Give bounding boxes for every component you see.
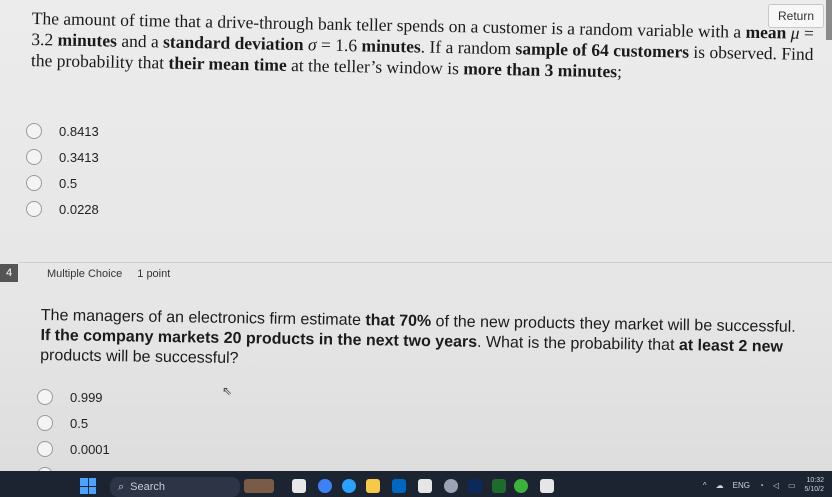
app-icon-green[interactable] [492, 479, 506, 493]
prompt-text-segment: minutes [361, 35, 421, 57]
store-icon[interactable] [418, 479, 432, 493]
prompt-text-segment: at the teller’s window is [286, 54, 464, 79]
answer-option[interactable]: 0.5 [26, 170, 99, 196]
search-label: Search [130, 481, 166, 493]
mouse-cursor-icon: ⇖ [222, 384, 233, 398]
answer-option[interactable]: 0.0001 [37, 436, 117, 462]
widgets-icon[interactable] [244, 479, 274, 493]
system-tray: ^ ☁ ENG ◔ ◁ ▭ 10:32 5/10/2 [703, 476, 824, 494]
clock-time: 10:32 [806, 477, 824, 484]
prompt-text-segment: that 70% [365, 312, 432, 331]
prompt-text-segment: and a [116, 30, 164, 52]
prompt-text-segment: standard deviation [162, 31, 309, 55]
prompt-text-segment: more than 3 minutes [463, 58, 618, 82]
prompt-text-segment: sample of 64 customers [515, 38, 690, 62]
answer-option[interactable]: 0.0228 [26, 196, 99, 222]
wifi-icon[interactable]: ◔ [759, 481, 764, 490]
app-icon-blue[interactable] [468, 479, 482, 493]
answer-option[interactable]: 0.3413 [26, 144, 99, 170]
xbox-icon[interactable] [514, 479, 528, 493]
radio-button[interactable] [26, 201, 42, 217]
app-icon[interactable] [444, 479, 458, 493]
question-2-prompt: The managers of an electronics firm esti… [40, 306, 801, 378]
taskbar-search[interactable]: ⌕ Search [110, 477, 240, 497]
radio-button[interactable] [37, 441, 53, 457]
radio-button[interactable] [37, 415, 53, 431]
edge-browser-icon[interactable] [318, 479, 332, 493]
question-divider [18, 262, 832, 263]
answer-option[interactable]: 0.999 [37, 384, 117, 410]
prompt-text-segment: their mean time [168, 52, 287, 75]
battery-icon[interactable]: ▭ [788, 481, 796, 490]
question-1-options: 0.8413 0.3413 0.5 0.0228 [26, 118, 99, 222]
answer-option-label: 0.999 [70, 389, 103, 405]
prompt-text-segment: = 1.6 [316, 34, 362, 56]
mail-icon[interactable] [392, 479, 406, 493]
prompt-text-segment: μ [790, 22, 800, 43]
radio-button[interactable] [26, 149, 42, 165]
prompt-text-segment: The managers of an electronics firm esti… [40, 306, 366, 330]
radio-button[interactable] [37, 389, 53, 405]
question-number: 4 [0, 264, 18, 282]
clock[interactable]: 10:32 5/10/2 [805, 476, 824, 494]
prompt-text-segment: of the new products they market will be … [431, 313, 796, 336]
prompt-text-segment: products will be successful? [40, 346, 239, 368]
answer-option-label: 0.5 [59, 175, 78, 191]
prompt-text-segment: minutes [57, 29, 118, 51]
radio-button[interactable] [26, 175, 42, 191]
task-view-icon[interactable] [292, 479, 306, 493]
prompt-text-segment: . If a random [420, 36, 516, 59]
windows-start-icon[interactable] [80, 478, 96, 494]
volume-icon[interactable]: ◁ [773, 481, 779, 490]
window-edge [826, 0, 832, 40]
prompt-text-segment: at least 2 new [678, 337, 784, 356]
question-meta: Multiple Choice 1 point [47, 268, 170, 280]
prompt-text-segment: . What is the probability that [476, 333, 680, 355]
app-icon-white[interactable] [540, 479, 554, 493]
search-icon: ⌕ [118, 480, 125, 493]
answer-option-label: 0.3413 [59, 149, 99, 165]
answer-option-label: 0.8413 [59, 123, 99, 139]
chrome-icon[interactable] [342, 479, 356, 493]
file-explorer-icon[interactable] [366, 479, 380, 493]
question-points-label: 1 point [137, 268, 171, 280]
question-type-label: Multiple Choice [47, 268, 123, 280]
answer-option-label: 0.5 [70, 415, 89, 431]
chevron-up-icon[interactable]: ^ [703, 481, 707, 490]
taskbar: ⌕ Search ^ ☁ ENG ◔ ◁ ▭ 10:32 5/10/2 [0, 471, 832, 497]
answer-option-label: 0.0001 [70, 441, 110, 457]
radio-button[interactable] [26, 123, 42, 139]
prompt-text-segment: mean [745, 21, 791, 43]
prompt-text-segment: ; [616, 61, 623, 82]
answer-option-label: 0.0228 [59, 201, 99, 217]
onedrive-icon[interactable]: ☁ [716, 481, 724, 490]
language-indicator[interactable]: ENG [733, 481, 750, 490]
answer-option[interactable]: 0.5 [37, 410, 117, 436]
answer-option[interactable]: 0.8413 [26, 118, 99, 144]
question-1-prompt: The amount of time that a drive-through … [31, 8, 822, 86]
clock-date: 5/10/2 [804, 486, 824, 493]
